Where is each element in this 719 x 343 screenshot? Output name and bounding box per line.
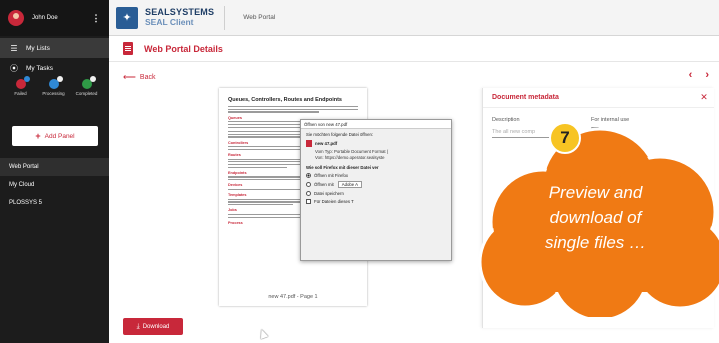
sidebar-item-label: My Tasks [26,64,53,72]
metadata-title: Document metadata [492,94,559,101]
dialog-file-type: Vom Typ: Portable Document Format ( [315,148,389,154]
mouse-cursor-icon [257,327,269,340]
dialog-file-name: new 47.pdf [315,141,338,146]
sidebar: John Doe ⋮ ☰ My Lists ⦿ My Tasks Failed … [0,0,109,343]
processing-icon [48,76,63,89]
document-icon [123,42,133,55]
task-completed[interactable]: Completed [70,76,103,96]
preview-doc-title: Queues, Controllers, Routes and Endpoint… [228,97,342,103]
task-label: Processing [42,91,65,96]
option-label: Öffnen mit Firefox [314,173,349,178]
open-file-dialog: Öffnen von new 47.pdf Sie möchten folgen… [300,119,452,261]
chevron-left-icon[interactable]: ‹ [689,69,693,81]
option-label: Datei speichern [314,191,344,196]
pager: ‹ › [689,69,709,81]
task-status-group: Failed Processing Completed [0,76,109,96]
back-link[interactable]: ⟵ Back [123,72,155,83]
dialog-question: Wie soll Firefox mit dieser Datei ver [306,165,379,170]
back-label: Back [139,74,156,81]
dialog-title: Öffnen von new 47.pdf [301,120,451,129]
radio-icon [306,191,311,196]
callout-text: Preview and download of single files … [488,180,703,255]
add-panel-label: Add Panel [44,132,75,140]
option-open-firefox[interactable]: Öffnen mit Firefox [306,173,446,178]
brand-name: SEALSYSTEMS [145,7,215,18]
preview-caption: new 47.pdf - Page 1 [268,294,318,300]
list-icon: ☰ [10,43,18,53]
divider [224,5,226,30]
arrow-left-icon: ⟵ [123,72,136,82]
sidebar-item-my-cloud[interactable]: My Cloud [0,176,109,194]
radio-icon [306,182,311,187]
plus-icon: + [35,131,41,141]
add-panel-button[interactable]: + Add Panel [12,126,98,146]
dialog-file: new 47.pdf [306,140,446,147]
remember-checkbox[interactable]: Für Dateien dieses T [306,199,446,204]
preview-text [228,106,358,113]
top-header: ✦ SEALSYSTEMS SEAL Client Web Portal [109,0,719,36]
avatar [8,10,24,26]
remember-label: Für Dateien dieses T [314,199,354,204]
step-badge: 7 [549,122,581,154]
dialog-intro: Sie möchten folgende Datei öffnen: [306,132,374,137]
page-title: Web Portal Details [144,43,223,54]
user-row[interactable]: John Doe ⋮ [0,0,109,36]
download-button[interactable]: ⤓ Download [123,318,183,335]
brand: SEALSYSTEMS SEAL Client [145,8,214,27]
option-open-with[interactable]: Öffnen mit Adobe A [306,181,446,188]
option-save-file[interactable]: Datei speichern [306,191,446,196]
task-label: Failed [14,91,27,96]
brand-product: SEAL Client [145,17,194,28]
completed-icon [81,76,96,89]
sidebar-item-my-tasks[interactable]: ⦿ My Tasks [0,58,109,78]
seal-logo-icon[interactable]: ✦ [116,6,138,29]
sidebar-item-my-lists[interactable]: ☰ My Lists [0,38,109,58]
download-icon: ⤓ [136,322,140,330]
checkbox-icon [306,199,311,204]
callout-line: download of [549,208,642,227]
radio-icon [306,173,311,178]
chevron-right-icon[interactable]: › [705,69,709,81]
task-processing[interactable]: Processing [37,76,70,96]
sidebar-item-plossys[interactable]: PLOSSYS 5 [0,194,109,212]
download-label: Download [142,323,170,330]
dialog-file-source: Von: https://demo.operator.sealsyste [315,155,385,160]
metadata-header: Document metadata ✕ [483,88,714,108]
app-select[interactable]: Adobe A [337,181,362,188]
option-label: Öffnen mit [314,182,334,187]
header-title: Web Portal [243,14,276,21]
user-name: John Doe [32,15,58,21]
play-circle-icon: ⦿ [10,63,18,73]
task-label: Completed [75,91,98,96]
sidebar-item-label: My Lists [26,44,50,52]
pdf-file-icon [306,140,312,147]
close-icon[interactable]: ✕ [694,92,714,103]
callout-line: Preview and [548,183,643,202]
sidebar-item-web-portal[interactable]: Web Portal [0,158,109,176]
page-header: Web Portal Details [109,36,719,62]
task-failed[interactable]: Failed [4,76,37,96]
callout-line: single files … [544,233,647,252]
failed-icon [15,76,30,89]
more-icon[interactable]: ⋮ [91,13,101,24]
